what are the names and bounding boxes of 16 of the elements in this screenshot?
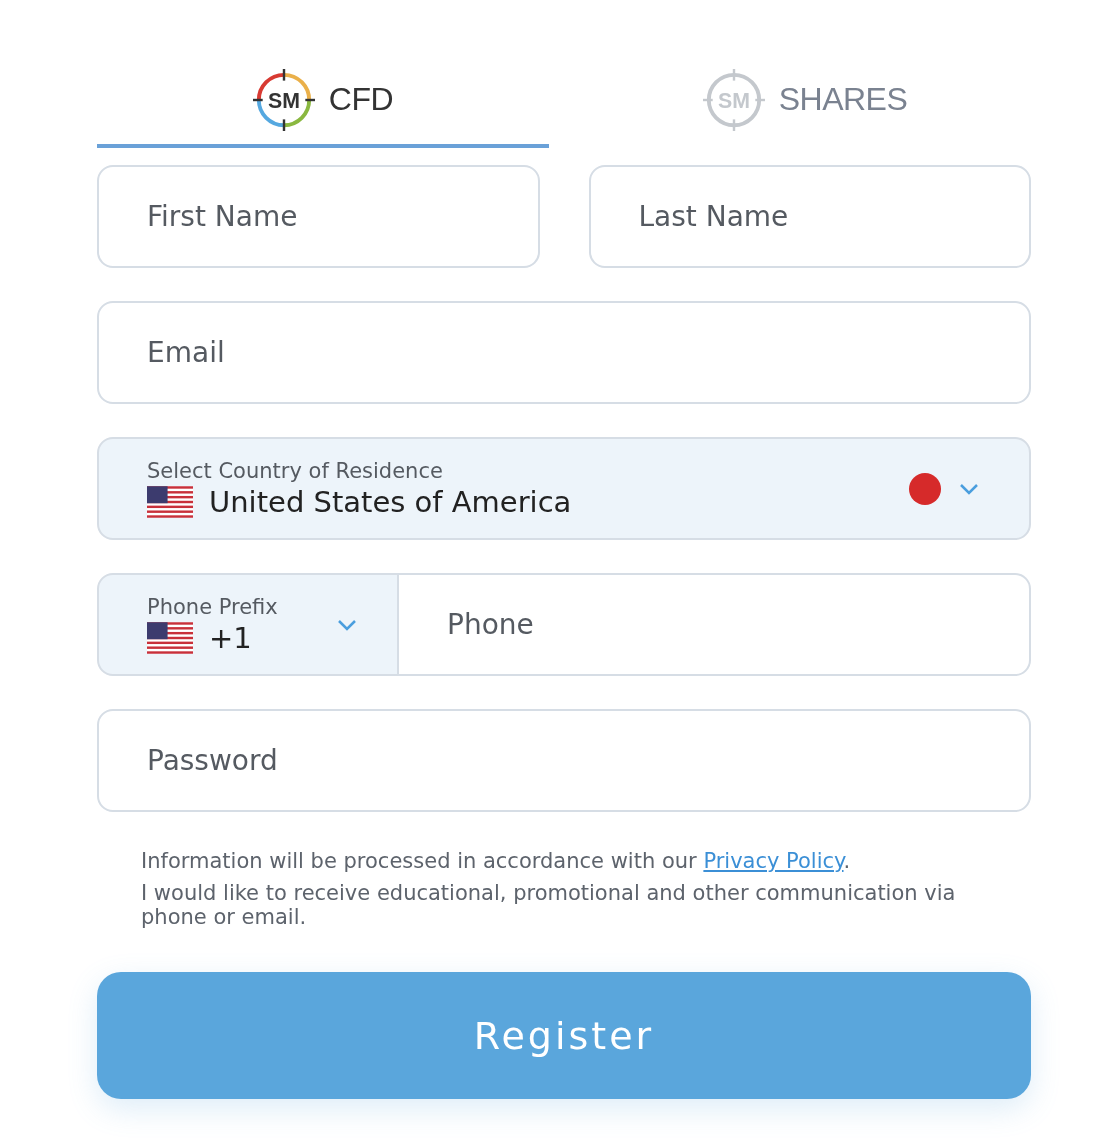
chevron-down-icon <box>959 482 979 495</box>
password-field[interactable]: Password <box>97 709 1031 812</box>
last-name-field[interactable]: Last Name <box>588 165 1031 268</box>
first-name-field[interactable]: First Name <box>97 165 540 268</box>
privacy-notice: Information will be processed in accordance with our Privacy Policy. <box>141 849 852 874</box>
consent-text: I would like to receive educational, promotional and other communication via phone or email. <box>141 881 957 930</box>
form-tab[interactable]: SM SHARES <box>579 55 1031 148</box>
phone-field[interactable]: Phone <box>399 573 1031 676</box>
form-tab[interactable]: SM CFD <box>97 55 549 148</box>
chevron-down-icon <box>337 618 357 631</box>
phone-prefix-select[interactable]: Phone Prefix +1 <box>97 573 399 676</box>
flag-icon <box>147 484 193 519</box>
flag-icon <box>147 620 193 655</box>
status-dot-icon <box>909 472 941 505</box>
country-select[interactable]: Select Country of Residence United States of America <box>97 437 1031 540</box>
email-field[interactable]: Email <box>97 301 1031 404</box>
